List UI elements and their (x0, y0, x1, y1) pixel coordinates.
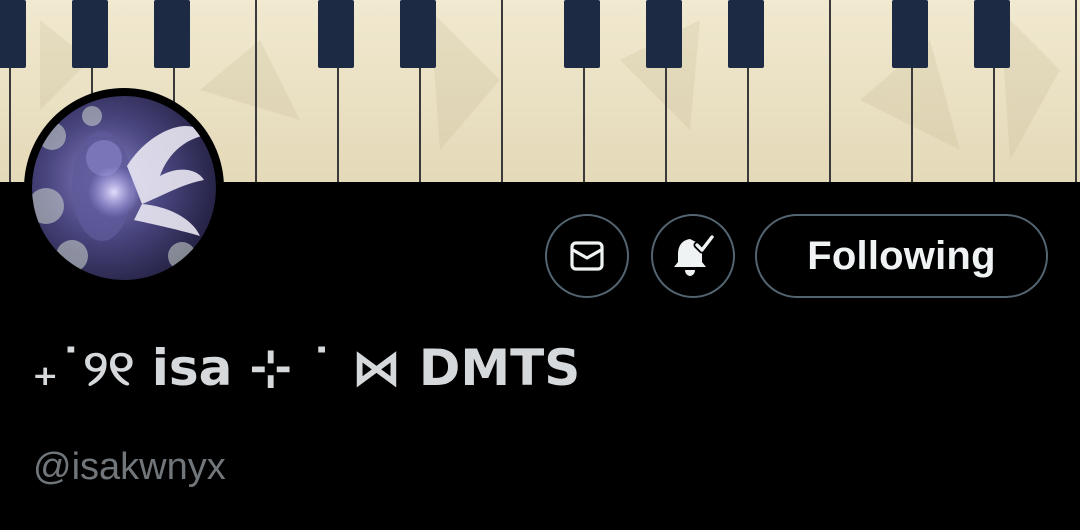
mail-envelope-icon (570, 241, 604, 271)
user-handle: @isakwnyx (33, 446, 226, 488)
following-button[interactable]: Following (755, 214, 1048, 298)
notifications-button[interactable] (651, 214, 735, 298)
following-label: Following (807, 233, 996, 278)
display-name: ₊˙୨୧ isa ⊹ ˙ ⋈ DMTS (32, 338, 581, 397)
avatar-image (32, 96, 216, 280)
bell-check-icon (674, 233, 716, 276)
message-button[interactable] (545, 214, 629, 298)
avatar[interactable] (24, 88, 224, 288)
